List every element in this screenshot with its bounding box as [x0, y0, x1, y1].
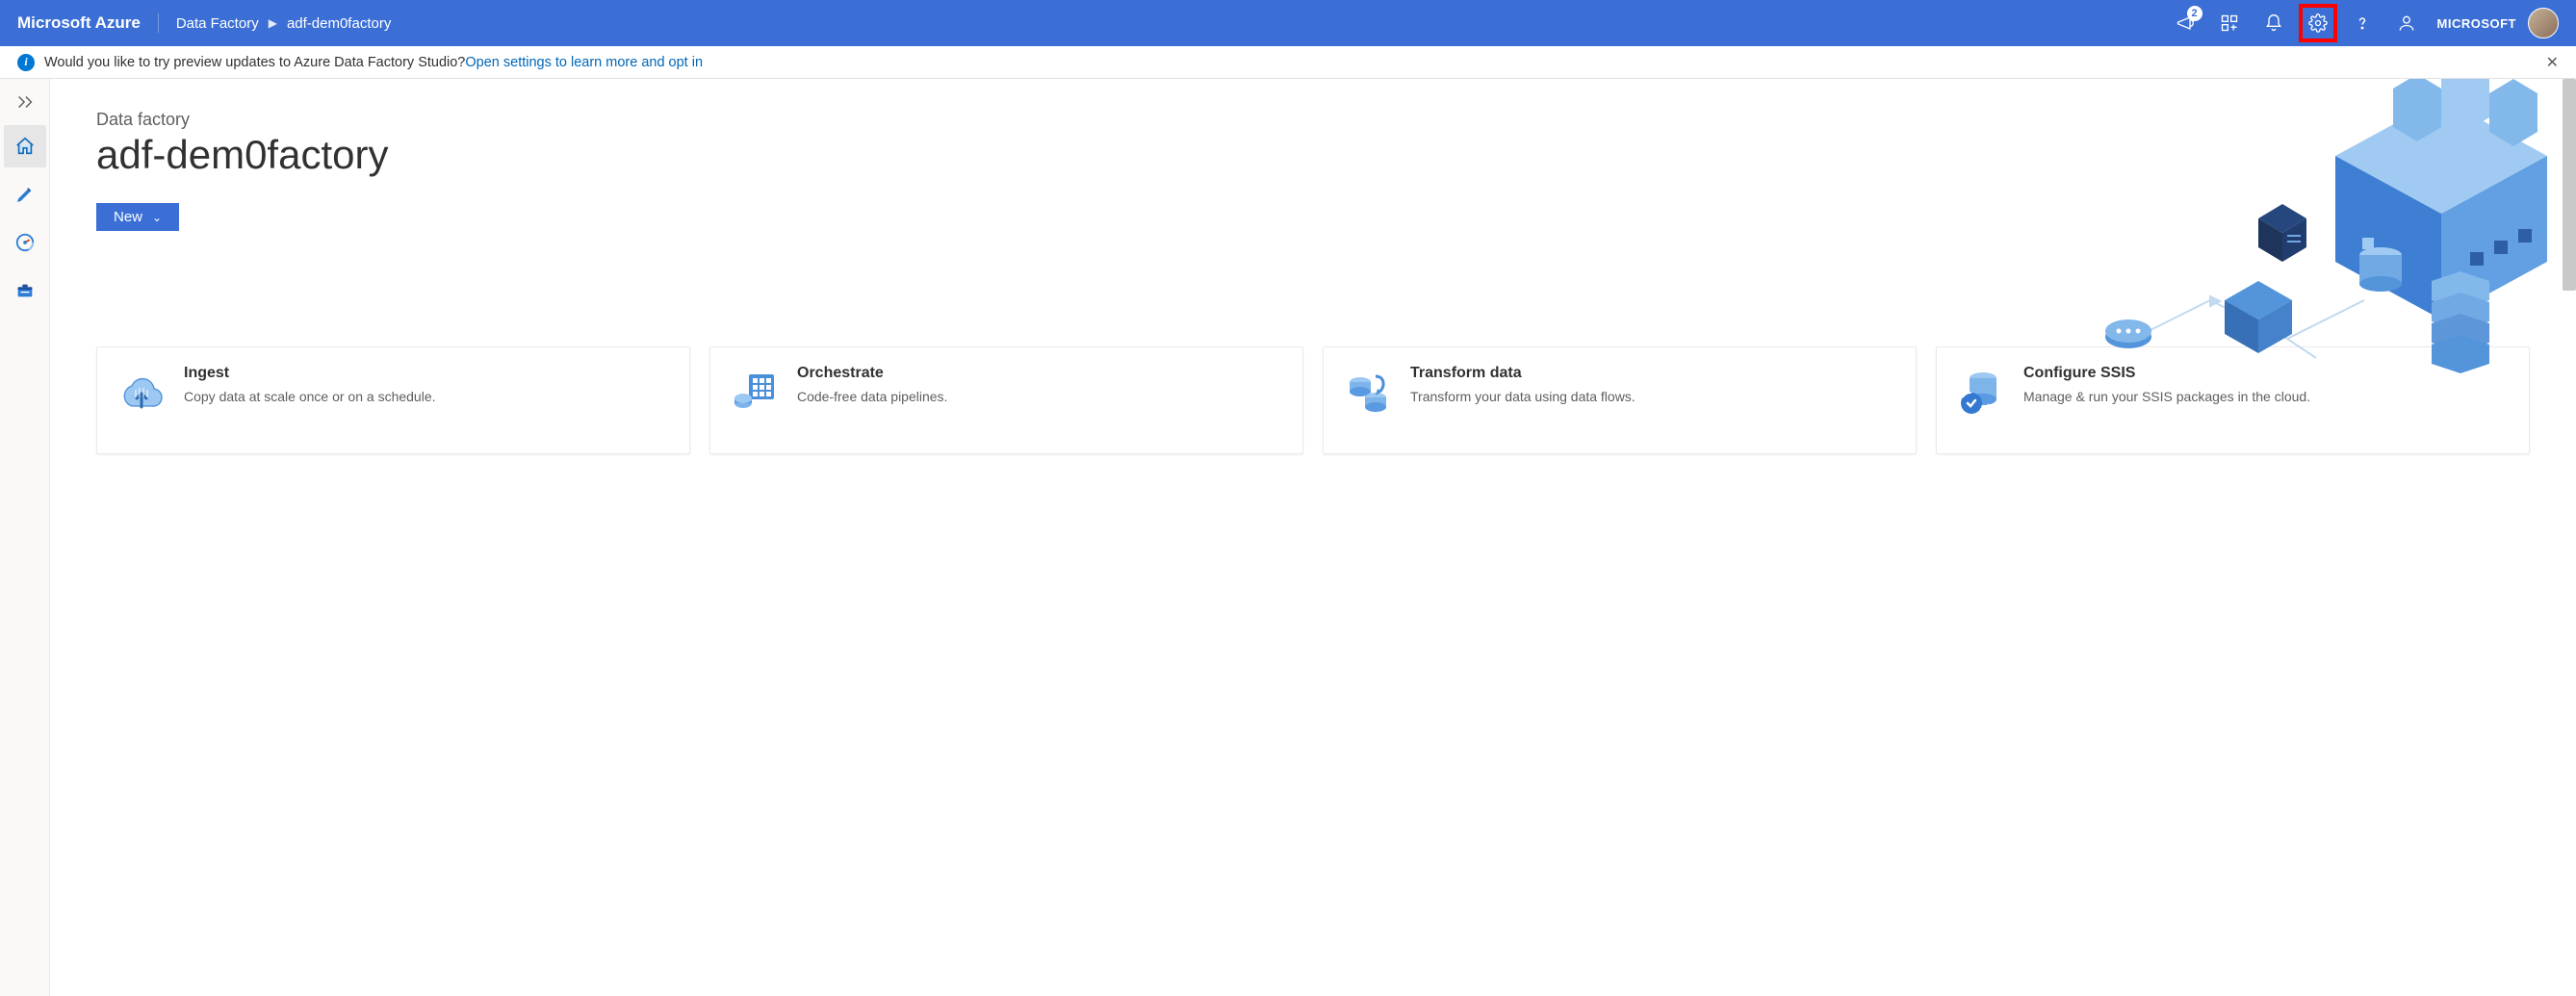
chevron-down-icon: ⌄ [152, 211, 162, 224]
breadcrumb-separator: ▶ [269, 16, 277, 30]
breadcrumb-item[interactable]: Data Factory [176, 15, 259, 32]
settings-button[interactable] [2299, 4, 2337, 42]
breadcrumb: Data Factory ▶ adf-dem0factory [159, 15, 392, 32]
notification-badge: 2 [2187, 6, 2202, 21]
card-transform[interactable]: Transform data Transform your data using… [1323, 346, 1917, 454]
pipeline-icon [728, 365, 782, 419]
notifications-button[interactable] [2254, 4, 2293, 42]
feedback-button[interactable] [2387, 4, 2426, 42]
expand-nav-button[interactable] [4, 85, 46, 119]
help-button[interactable] [2343, 4, 2382, 42]
ssis-icon [1954, 365, 2008, 419]
main-content: Data factory adf-dem0factory New ⌄ Inges… [50, 79, 2576, 996]
page-subtitle: Data factory [96, 110, 2530, 130]
card-desc: Manage & run your SSIS packages in the c… [2023, 388, 2310, 406]
info-icon: i [17, 54, 35, 71]
card-title: Orchestrate [797, 365, 947, 382]
card-orchestrate[interactable]: Orchestrate Code-free data pipelines. [709, 346, 1303, 454]
quickstart-cards: Ingest Copy data at scale once or on a s… [96, 346, 2530, 454]
card-title: Configure SSIS [2023, 365, 2310, 382]
left-nav [0, 79, 50, 996]
banner-text: Would you like to try preview updates to… [44, 55, 465, 70]
card-ingest[interactable]: Ingest Copy data at scale once or on a s… [96, 346, 690, 454]
avatar[interactable] [2528, 8, 2559, 38]
card-title: Transform data [1410, 365, 1636, 382]
cloud-upload-icon [115, 365, 168, 419]
account-label[interactable]: MICROSOFT [2437, 16, 2517, 31]
top-bar: Microsoft Azure Data Factory ▶ adf-dem0f… [0, 0, 2576, 46]
top-right-controls: 2 MICROSOFT [2166, 4, 2560, 42]
card-title: Ingest [184, 365, 436, 382]
dataflow-icon [1341, 365, 1395, 419]
main-layout: Data factory adf-dem0factory New ⌄ Inges… [0, 79, 2576, 996]
preview-info-banner: i Would you like to try preview updates … [0, 46, 2576, 79]
brand-label[interactable]: Microsoft Azure [17, 13, 159, 33]
new-button[interactable]: New ⌄ [96, 203, 179, 231]
page-title: adf-dem0factory [96, 132, 2530, 178]
nav-home[interactable] [4, 125, 46, 167]
nav-manage[interactable] [4, 269, 46, 312]
scrollbar[interactable] [2563, 79, 2576, 291]
card-desc: Code-free data pipelines. [797, 388, 947, 406]
new-button-label: New [114, 209, 142, 225]
announcements-button[interactable]: 2 [2166, 4, 2204, 42]
card-desc: Copy data at scale once or on a schedule… [184, 388, 436, 406]
nav-monitor[interactable] [4, 221, 46, 264]
banner-link[interactable]: Open settings to learn more and opt in [465, 55, 703, 70]
banner-close-button[interactable]: ✕ [2546, 53, 2559, 72]
card-desc: Transform your data using data flows. [1410, 388, 1636, 406]
card-ssis[interactable]: Configure SSIS Manage & run your SSIS pa… [1936, 346, 2530, 454]
nav-author[interactable] [4, 173, 46, 216]
dashboard-switch-button[interactable] [2210, 4, 2249, 42]
breadcrumb-item[interactable]: adf-dem0factory [287, 15, 391, 32]
